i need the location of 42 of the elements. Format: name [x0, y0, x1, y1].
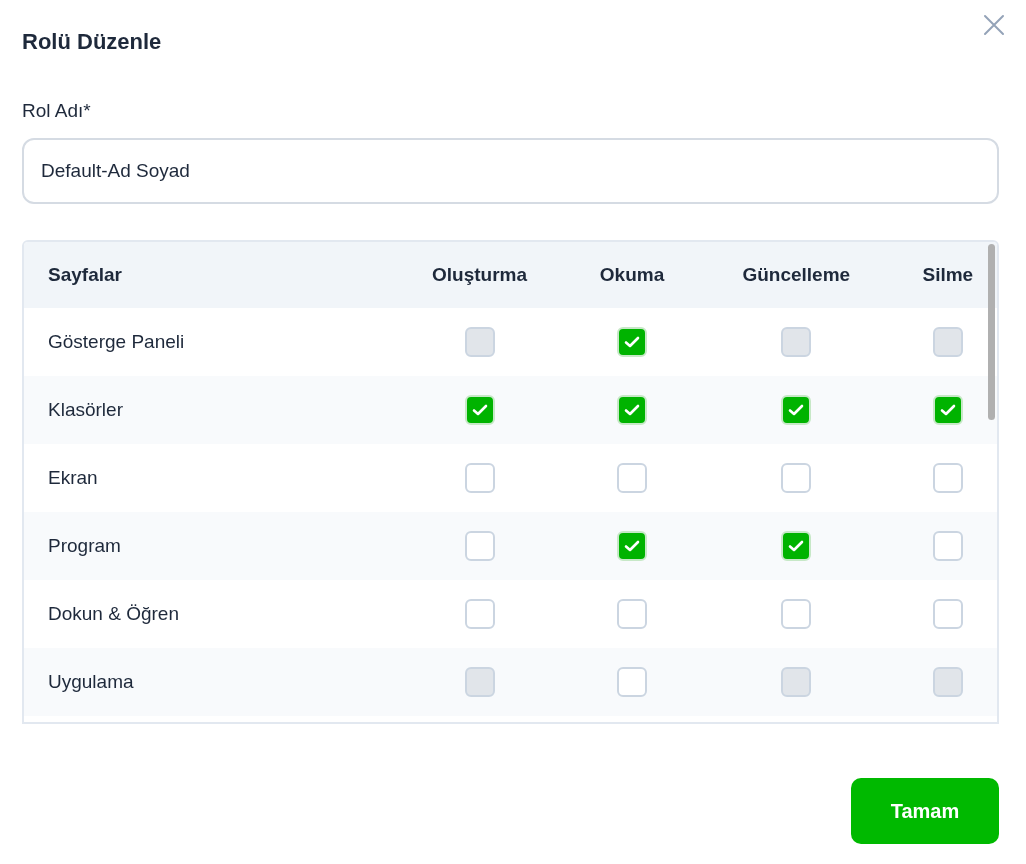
permission-checkbox[interactable] [464, 599, 495, 629]
check-icon [624, 335, 640, 349]
permission-checkbox[interactable] [617, 327, 647, 357]
column-header: Oluşturma [389, 242, 571, 308]
permission-checkbox[interactable] [617, 531, 647, 561]
check-icon [471, 403, 488, 417]
check-icon [939, 403, 956, 417]
permission-checkbox[interactable] [781, 599, 812, 629]
column-header: Sayfalar [24, 242, 389, 308]
permission-checkbox[interactable] [932, 395, 963, 425]
page-name: Uygulama [24, 648, 389, 716]
page-name: Program [24, 512, 389, 580]
permission-checkbox[interactable] [781, 531, 812, 561]
check-icon [624, 539, 640, 553]
permission-checkbox[interactable] [617, 599, 647, 629]
page-name: Ekran [24, 444, 389, 512]
permission-checkbox[interactable] [464, 395, 495, 425]
column-header: Okuma [570, 242, 694, 308]
permission-checkbox[interactable] [932, 463, 963, 493]
permission-checkbox[interactable] [617, 395, 647, 425]
permission-checkbox[interactable] [464, 531, 495, 561]
check-icon [624, 403, 640, 417]
permission-checkbox[interactable] [617, 463, 647, 493]
permission-checkbox[interactable] [464, 463, 495, 493]
scrollbar[interactable] [988, 244, 995, 420]
permission-checkbox[interactable] [932, 531, 963, 561]
page-name: Gösterge Paneli [24, 308, 389, 376]
permission-checkbox[interactable] [781, 463, 812, 493]
permission-checkbox[interactable] [617, 667, 647, 697]
permission-checkbox[interactable] [932, 599, 963, 629]
close-icon [982, 12, 1006, 37]
close-button[interactable] [982, 12, 1006, 36]
field-label: Rol Adı* [22, 99, 91, 123]
page-name: Dokun & Öğren [24, 580, 389, 648]
column-header: Güncelleme [693, 242, 899, 308]
page-name: Klasörler [24, 376, 389, 444]
column-header: Silme [898, 242, 997, 308]
check-icon [788, 403, 805, 417]
dialog-title: Rolü Düzenle [22, 28, 163, 56]
role-name-field[interactable]: Default-Ad Soyad [22, 138, 999, 204]
check-icon [788, 539, 805, 553]
permission-checkbox[interactable] [781, 395, 812, 425]
